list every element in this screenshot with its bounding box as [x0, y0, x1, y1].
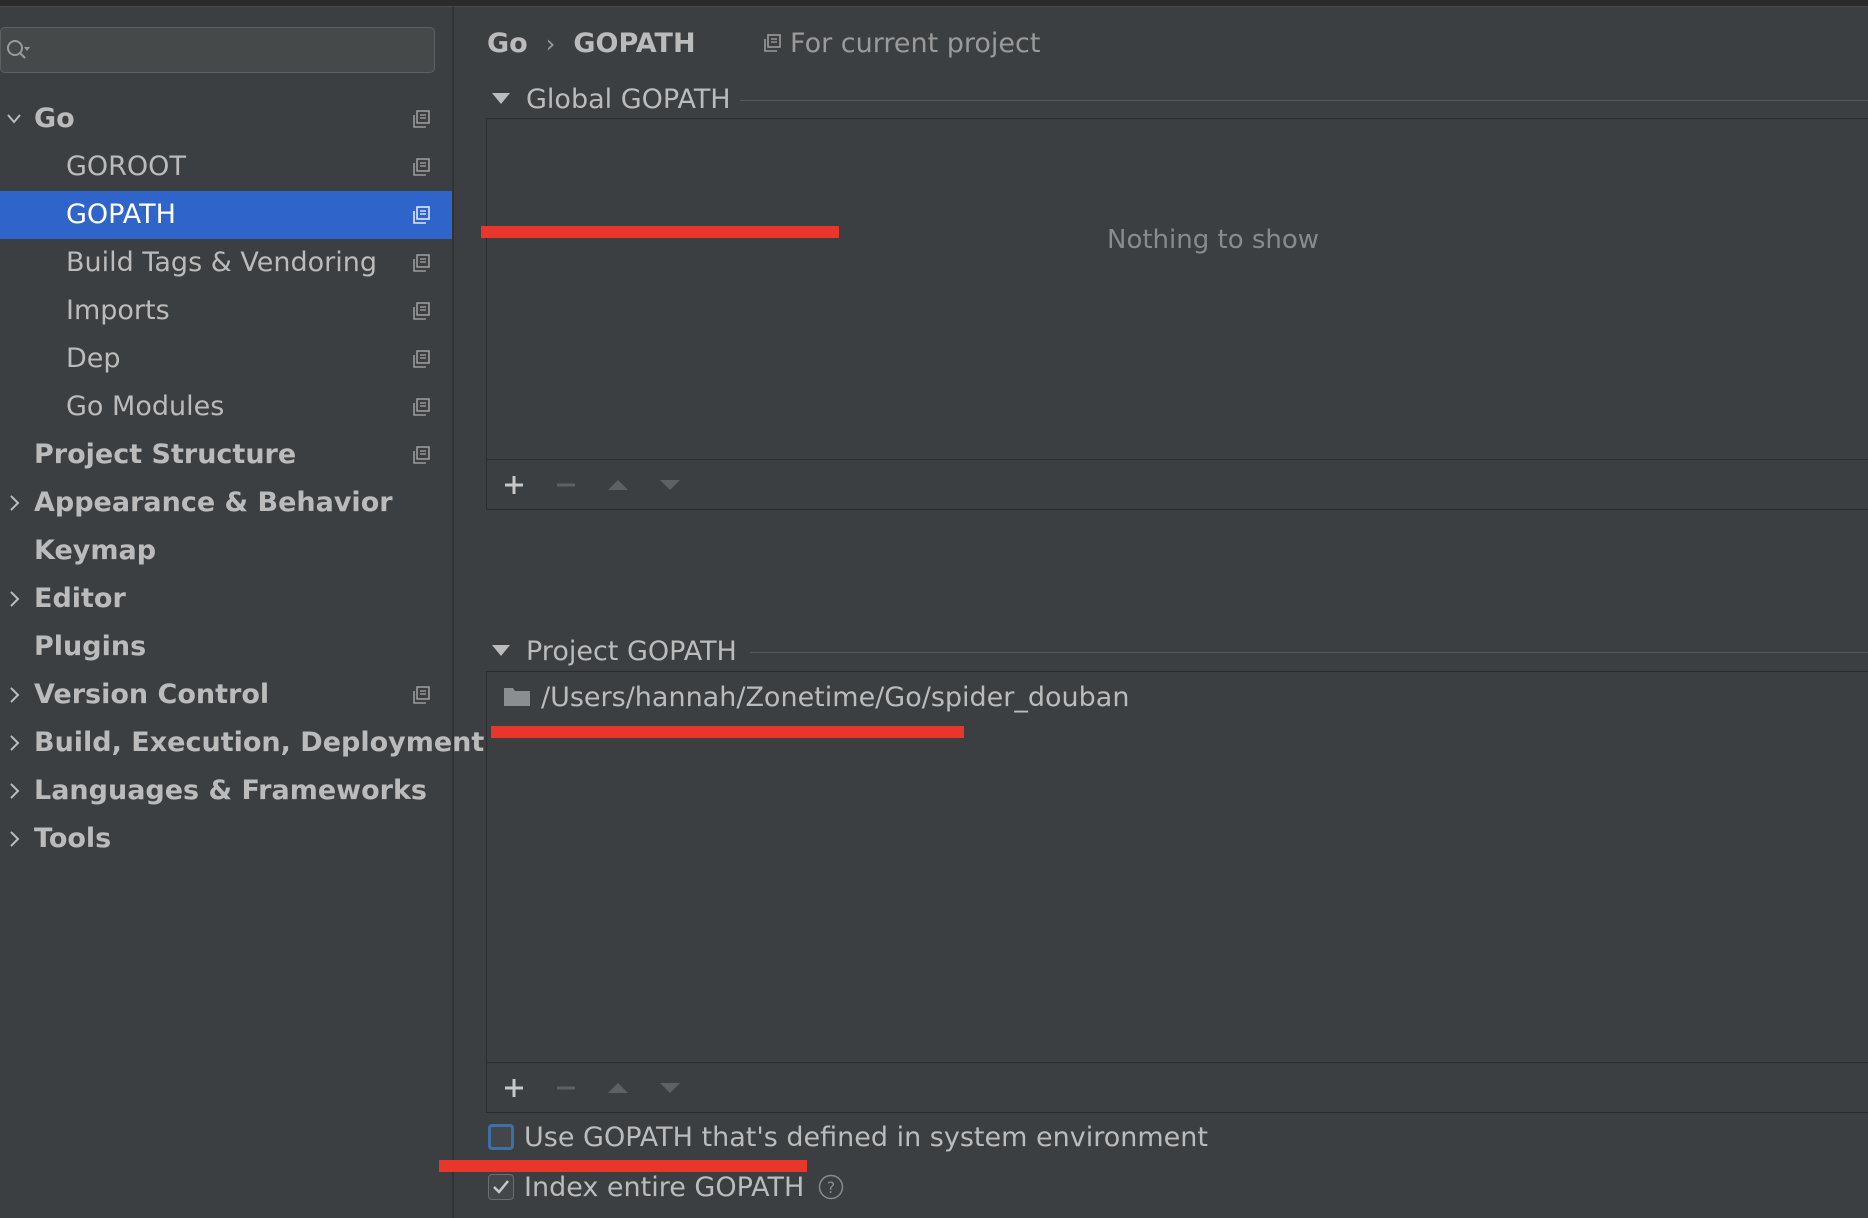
project-gopath-title: Project GOPATH — [526, 636, 737, 667]
sidebar-item-gopath[interactable]: GOPATH — [0, 191, 452, 239]
chevron-right-icon[interactable] — [4, 671, 24, 719]
project-gopath-header[interactable]: Project GOPATH — [492, 632, 737, 672]
scope-label: For current project — [790, 28, 1041, 59]
project-scope-icon — [413, 254, 430, 272]
sidebar-item-go-modules[interactable]: Go Modules — [0, 383, 452, 431]
sidebar-item-label: Go Modules — [66, 391, 225, 422]
sidebar-item-languages-frameworks[interactable]: Languages & Frameworks — [0, 767, 452, 815]
chevron-right-icon[interactable] — [4, 815, 24, 863]
chevron-down-icon[interactable] — [4, 95, 24, 143]
checkmark-icon — [493, 1179, 509, 1194]
use-system-gopath-checkbox[interactable] — [488, 1123, 514, 1150]
move-down-icon[interactable] — [655, 470, 685, 500]
collapse-triangle-icon — [492, 93, 510, 104]
add-icon[interactable] — [499, 1073, 529, 1103]
sidebar-item-tools[interactable]: Tools — [0, 815, 452, 863]
move-up-icon[interactable] — [603, 470, 633, 500]
move-down-icon[interactable] — [655, 1073, 685, 1103]
project-gopath-toolbar — [487, 1062, 1868, 1112]
global-gopath-header[interactable]: Global GOPATH — [492, 80, 731, 120]
sidebar-item-project-structure[interactable]: Project Structure — [0, 431, 452, 479]
window-top-edge — [0, 0, 1868, 7]
search-icon — [7, 40, 30, 59]
sidebar-item-version-control[interactable]: Version Control — [0, 671, 452, 719]
section-divider — [740, 100, 1868, 101]
sidebar-item-label: Languages & Frameworks — [34, 775, 428, 806]
sidebar-item-label: GOROOT — [66, 151, 186, 182]
remove-icon[interactable] — [551, 470, 581, 500]
svg-text:?: ? — [827, 1178, 836, 1197]
settings-sidebar: Go GOROOT GOPATH Build Tags & Vendoring Impo… — [0, 7, 484, 1218]
index-entire-gopath-checkbox[interactable] — [488, 1173, 514, 1200]
sidebar-item-label: GOPATH — [66, 199, 176, 230]
annotation-underline — [439, 1160, 807, 1172]
scope-indicator: For current project — [764, 19, 1040, 69]
project-scope-icon — [413, 350, 430, 368]
sidebar-item-label: Go — [34, 103, 75, 134]
global-gopath-title: Global GOPATH — [526, 84, 731, 115]
settings-tree: Go GOROOT GOPATH Build Tags & Vendoring Impo… — [0, 95, 484, 863]
project-scope-icon — [413, 446, 430, 464]
breadcrumb-item-go[interactable]: Go — [487, 19, 528, 69]
empty-list-text: Nothing to show — [1107, 225, 1320, 255]
remove-icon[interactable] — [551, 1073, 581, 1103]
chevron-right-icon[interactable] — [4, 719, 24, 767]
sidebar-item-label: Build, Execution, Deployment — [34, 727, 485, 758]
move-up-icon[interactable] — [603, 1073, 633, 1103]
use-system-gopath-option[interactable]: Use GOPATH that's defined in system envi… — [488, 1118, 1208, 1158]
breadcrumb-item-gopath: GOPATH — [573, 28, 696, 59]
sidebar-item-build-tags-vendoring[interactable]: Build Tags & Vendoring — [0, 239, 452, 287]
sidebar-item-keymap[interactable]: Keymap — [0, 527, 452, 575]
project-scope-icon — [413, 110, 430, 128]
sidebar-item-appearance-behavior[interactable]: Appearance & Behavior — [0, 479, 452, 527]
sidebar-item-label: Tools — [34, 823, 112, 854]
breadcrumb-separator: › — [545, 30, 556, 58]
sidebar-item-goroot[interactable]: GOROOT — [0, 143, 452, 191]
chevron-right-icon[interactable] — [4, 479, 24, 527]
sidebar-item-label: Editor — [34, 583, 126, 614]
gopath-entry-path: /Users/hannah/Zonetime/Go/spider_douban — [541, 682, 1130, 713]
collapse-triangle-icon — [492, 645, 510, 656]
sidebar-item-label: Version Control — [34, 679, 270, 710]
sidebar-item-label: Keymap — [34, 535, 157, 566]
help-icon[interactable]: ? — [818, 1174, 844, 1200]
index-entire-gopath-option[interactable]: Index entire GOPATH ? — [488, 1168, 844, 1208]
chevron-right-icon[interactable] — [4, 575, 24, 623]
add-icon[interactable] — [499, 470, 529, 500]
sidebar-item-dep[interactable]: Dep — [0, 335, 452, 383]
chevron-right-icon[interactable] — [4, 767, 24, 815]
project-scope-icon — [413, 158, 430, 176]
section-divider — [750, 652, 1868, 653]
project-scope-icon — [764, 33, 781, 52]
settings-content: Go › GOPATH For current project Global GOP… — [454, 7, 1868, 1218]
annotation-underline — [491, 726, 964, 738]
sidebar-item-label: Build Tags & Vendoring — [66, 247, 377, 278]
sidebar-item-build-execution-deployment[interactable]: Build, Execution, Deployment — [0, 719, 484, 767]
sidebar-item-label: Plugins — [34, 631, 147, 662]
annotation-underline — [481, 226, 839, 238]
sidebar-item-label: Appearance & Behavior — [34, 487, 393, 518]
sidebar-item-plugins[interactable]: Plugins — [0, 623, 452, 671]
project-scope-icon — [413, 398, 430, 416]
sidebar-item-label: Imports — [66, 295, 170, 326]
sidebar-item-go[interactable]: Go — [0, 95, 452, 143]
project-scope-icon — [413, 302, 430, 320]
search-input[interactable] — [0, 27, 435, 73]
global-gopath-list[interactable]: Nothing to show — [486, 118, 1868, 510]
sidebar-item-label: Project Structure — [34, 439, 297, 470]
index-entire-gopath-label: Index entire GOPATH — [524, 1172, 805, 1203]
project-scope-icon — [413, 206, 430, 224]
sidebar-item-imports[interactable]: Imports — [0, 287, 452, 335]
global-gopath-toolbar — [487, 459, 1868, 509]
breadcrumb: Go › GOPATH — [487, 19, 696, 69]
sidebar-item-editor[interactable]: Editor — [0, 575, 452, 623]
list-item[interactable]: /Users/hannah/Zonetime/Go/spider_douban — [503, 678, 1129, 718]
sidebar-item-label: Dep — [66, 343, 121, 374]
use-system-gopath-label: Use GOPATH that's defined in system envi… — [524, 1122, 1208, 1153]
project-scope-icon — [413, 686, 430, 704]
folder-icon — [504, 687, 530, 706]
